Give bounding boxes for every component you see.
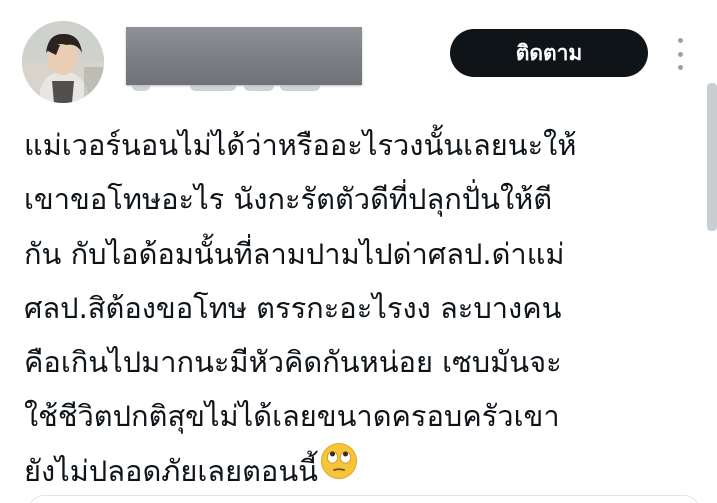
redacted-handle: [128, 85, 328, 97]
face-with-rolling-eyes-emoji-icon: [320, 442, 358, 497]
post-text-line: ศลป.สิต้องขอโทษ ตรรกะอะไรงง ละบางคน: [24, 290, 562, 325]
avatar-image: [22, 21, 104, 103]
scrollbar-thumb[interactable]: [707, 83, 717, 231]
menu-dot: [677, 51, 683, 57]
post-text-line: คือเกินไปมากนะมีหัวคิดกันหน่อย เซบมันจะ: [24, 345, 562, 380]
redacted-display-name: [126, 27, 362, 85]
follow-button[interactable]: ติดตาม: [450, 29, 648, 77]
avatar[interactable]: [22, 21, 104, 103]
post-card: ติดตาม แม่เวอร์นอนไม่ได้ว่าหรืออะไรวงนั้…: [0, 0, 717, 503]
vertical-ellipsis-icon[interactable]: [670, 38, 690, 70]
post-text-line: ยังไม่ปลอดภัยเลยตอนนี้: [24, 453, 318, 488]
follow-button-label: ติดตาม: [515, 40, 583, 65]
post-text-line: แม่เวอร์นอนไม่ได้ว่าหรืออะไรวงนั้นเลยนะใ…: [24, 128, 577, 162]
menu-dot: [677, 38, 683, 43]
post-text-line: ใช้ชีวิตปกติสุขไม่ได้เลยขนาดครอบครัวเขา: [24, 399, 560, 434]
menu-dot: [677, 65, 683, 70]
post-text-line: กัน กับไอด้อมนั้นที่ลามปามไปด่าศลป.ด่าแม…: [24, 236, 565, 271]
embedded-card-edge: [28, 495, 700, 503]
post-text: แม่เวอร์นอนไม่ได้ว่าหรืออะไรวงนั้นเลยนะใ…: [24, 118, 704, 498]
post-text-line: เขาขอโทษอะไร นังกะรัตตัวดีที่ปลุกปั่นให้…: [24, 182, 553, 217]
post-text-last-line: ยังไม่ปลอดภัยเลยตอนนี้: [24, 442, 704, 498]
